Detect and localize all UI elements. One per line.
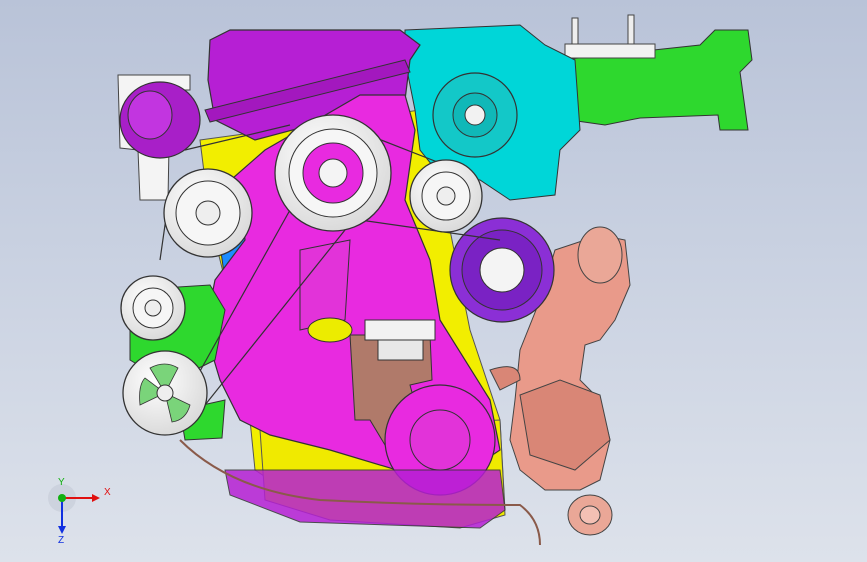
power-steering-pulley[interactable]	[122, 350, 208, 436]
turbo-outlet[interactable]	[577, 226, 623, 284]
idler-pulley[interactable]	[409, 159, 483, 233]
main-pulley[interactable]	[274, 114, 392, 232]
cad-viewport[interactable]: X Y Z	[0, 0, 867, 562]
oil-pan[interactable]	[224, 469, 506, 529]
engine-model[interactable]	[0, 0, 867, 562]
bracket-plate	[564, 43, 656, 59]
tensioner-pulley[interactable]	[120, 275, 186, 341]
y-axis-dot	[58, 494, 66, 502]
x-axis-label: X	[104, 487, 111, 498]
coordinate-triad: X Y Z	[40, 478, 120, 548]
alternator-pulley[interactable]	[163, 168, 253, 258]
z-axis-label: Z	[58, 535, 65, 546]
y-axis-label: Y	[58, 477, 65, 488]
